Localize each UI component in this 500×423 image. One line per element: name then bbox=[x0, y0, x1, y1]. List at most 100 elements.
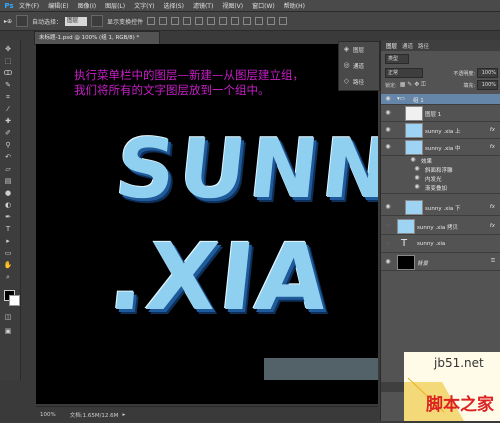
lock-icons[interactable]: ▦ ✎ ✥ ⚿ bbox=[400, 81, 426, 89]
quick-mask-icon[interactable]: ◫ bbox=[2, 312, 14, 322]
eraser-tool-icon[interactable]: ▱ bbox=[2, 164, 14, 174]
layer-row-group[interactable]: ◉ ▾▭ 组 1 bbox=[381, 94, 500, 105]
align-top-icon[interactable] bbox=[147, 17, 156, 25]
path-select-tool-icon[interactable]: ▸ bbox=[2, 236, 14, 246]
overlay-bar bbox=[264, 358, 378, 380]
menu-layer[interactable]: 图层(L) bbox=[105, 1, 125, 10]
effect-eye-icon[interactable]: ◉ bbox=[413, 183, 421, 191]
effect-eye-icon[interactable]: ◉ bbox=[413, 174, 421, 182]
status-arrow-icon[interactable]: ▸ bbox=[122, 412, 125, 418]
watermark-name: 脚本之家 bbox=[426, 395, 494, 415]
menu-edit[interactable]: 编辑(E) bbox=[48, 1, 68, 10]
visibility-off-box[interactable]: ▫ bbox=[384, 222, 392, 230]
layer-row[interactable]: ◉ sunny .xia 中 fx bbox=[381, 139, 500, 156]
menu-help[interactable]: 帮助(H) bbox=[284, 1, 305, 10]
move-tool-icon[interactable]: ▸⊕ bbox=[4, 18, 12, 25]
channels-panel-icon[interactable]: ◎ bbox=[342, 61, 351, 70]
paths-panel-icon[interactable]: ◇ bbox=[342, 77, 351, 86]
screen-mode-icon[interactable]: ▣ bbox=[2, 326, 14, 336]
effect-row[interactable]: ◉ 内发光 bbox=[381, 174, 500, 183]
pen-tool-icon[interactable]: ✒ bbox=[2, 212, 14, 222]
align-left-icon[interactable] bbox=[183, 17, 192, 25]
clone-stamp-tool-icon[interactable]: ⚲ bbox=[2, 140, 14, 150]
blur-tool-icon[interactable]: ● bbox=[2, 188, 14, 198]
zoom-level[interactable]: 100% bbox=[40, 412, 56, 418]
lasso-tool-icon[interactable]: ↀ bbox=[2, 68, 14, 78]
visibility-eye-icon[interactable]: ◉ bbox=[384, 258, 392, 266]
fx-icon[interactable]: fx bbox=[490, 144, 495, 150]
distribute-top-icon[interactable] bbox=[219, 17, 228, 25]
layer-name: 背景 bbox=[417, 261, 429, 267]
instruction-caption: 执行菜单栏中的图层—新建—从图层建立组， 我们将所有的文字图层放到一个组中。 bbox=[74, 68, 304, 98]
align-bottom-icon[interactable] bbox=[171, 17, 180, 25]
background-color-swatch[interactable] bbox=[9, 295, 20, 306]
visibility-eye-icon[interactable]: ◉ bbox=[384, 95, 392, 103]
align-center-icon[interactable] bbox=[195, 17, 204, 25]
gradient-tool-icon[interactable]: ▤ bbox=[2, 176, 14, 186]
layer-row[interactable]: ▫ sunny .xia 拷贝 fx bbox=[381, 218, 500, 235]
fill-input[interactable]: 100% bbox=[477, 80, 498, 90]
distribute-left-icon[interactable] bbox=[255, 17, 264, 25]
type-tool-icon[interactable]: T bbox=[2, 224, 14, 234]
quick-select-tool-icon[interactable]: ✎ bbox=[2, 80, 14, 90]
show-transform-checkbox[interactable] bbox=[91, 15, 104, 27]
tab-layers[interactable]: 图层 bbox=[386, 42, 397, 50]
mini-item-channels[interactable]: 通道 bbox=[353, 62, 364, 70]
layer-row[interactable]: ◉ sunny .xia 上 fx bbox=[381, 122, 500, 139]
menu-view[interactable]: 视图(V) bbox=[222, 1, 243, 10]
visibility-eye-icon[interactable]: ◉ bbox=[384, 203, 392, 211]
align-right-icon[interactable] bbox=[207, 17, 216, 25]
effect-eye-icon[interactable]: ◉ bbox=[409, 156, 417, 164]
menu-select[interactable]: 选择(S) bbox=[163, 1, 184, 10]
fx-icon[interactable]: fx bbox=[490, 127, 495, 133]
document-canvas[interactable]: 执行菜单栏中的图层—新建—从图层建立组， 我们将所有的文字图层放到一个组中。 S… bbox=[36, 44, 378, 404]
menu-type[interactable]: 文字(Y) bbox=[134, 1, 154, 10]
visibility-eye-icon[interactable]: ◉ bbox=[384, 109, 392, 117]
auto-select-dropdown[interactable]: 图层 bbox=[65, 16, 88, 26]
tab-channels[interactable]: 通道 bbox=[402, 42, 413, 50]
distribute-bottom-icon[interactable] bbox=[243, 17, 252, 25]
dodge-tool-icon[interactable]: ◐ bbox=[2, 200, 14, 210]
layer-row[interactable]: ◉ 图层 1 bbox=[381, 105, 500, 122]
effect-eye-icon[interactable]: ◉ bbox=[413, 165, 421, 173]
layers-panel-icon[interactable]: ◈ bbox=[342, 45, 351, 54]
effects-header-row[interactable]: ◉ 效果 bbox=[381, 156, 500, 165]
align-middle-icon[interactable] bbox=[159, 17, 168, 25]
effect-row[interactable]: ◉ 斜面和浮雕 bbox=[381, 165, 500, 174]
tab-paths[interactable]: 路径 bbox=[418, 42, 429, 50]
distribute-center-icon[interactable] bbox=[267, 17, 276, 25]
effect-row[interactable]: ◉ 渐变叠加 bbox=[381, 183, 500, 194]
zoom-tool-icon[interactable]: ⌕ bbox=[2, 272, 14, 282]
brush-tool-icon[interactable]: ✐ bbox=[2, 128, 14, 138]
fx-icon[interactable]: fx bbox=[490, 204, 495, 210]
blend-mode-select[interactable]: 正常 bbox=[385, 68, 423, 78]
layer-row[interactable]: ◉ sunny .xia 下 fx bbox=[381, 199, 500, 216]
history-brush-tool-icon[interactable]: ↶ bbox=[2, 152, 14, 162]
crop-tool-icon[interactable]: ⌗ bbox=[2, 92, 14, 102]
shape-tool-icon[interactable]: ▭ bbox=[2, 248, 14, 258]
mini-item-layers[interactable]: 图层 bbox=[353, 46, 364, 54]
distribute-right-icon[interactable] bbox=[279, 17, 288, 25]
visibility-eye-icon[interactable]: ◉ bbox=[384, 126, 392, 134]
auto-select-checkbox[interactable] bbox=[16, 15, 29, 27]
menu-file[interactable]: 文件(F) bbox=[19, 1, 39, 10]
layer-row[interactable]: ◉ 背景 ⚿ bbox=[381, 254, 500, 271]
hand-tool-icon[interactable]: ✋ bbox=[2, 260, 14, 270]
menu-image[interactable]: 图像(I) bbox=[78, 1, 96, 10]
mini-item-paths[interactable]: 路径 bbox=[353, 78, 364, 86]
filter-row: 类型 bbox=[381, 53, 500, 64]
eyedropper-tool-icon[interactable]: ⁄ bbox=[2, 104, 14, 114]
layer-filter-kind[interactable]: 类型 bbox=[385, 53, 409, 64]
move-tool-icon[interactable]: ✥ bbox=[2, 44, 14, 54]
marquee-tool-icon[interactable]: ⬚ bbox=[2, 56, 14, 66]
menu-filter[interactable]: 滤镜(T) bbox=[193, 1, 213, 10]
menu-window[interactable]: 窗口(W) bbox=[252, 1, 275, 10]
visibility-eye-icon[interactable]: ◉ bbox=[384, 143, 392, 151]
distribute-middle-icon[interactable] bbox=[231, 17, 240, 25]
layer-row[interactable]: ▫ T sunny .xia bbox=[381, 236, 500, 253]
visibility-off-box[interactable]: ▫ bbox=[384, 240, 392, 248]
opacity-input[interactable]: 100% bbox=[477, 68, 498, 78]
fx-icon[interactable]: fx bbox=[490, 223, 495, 229]
document-tab[interactable]: 未标题-1.psd @ 100% (组 1, RGB/8) * bbox=[34, 31, 160, 45]
healing-brush-tool-icon[interactable]: ✚ bbox=[2, 116, 14, 126]
